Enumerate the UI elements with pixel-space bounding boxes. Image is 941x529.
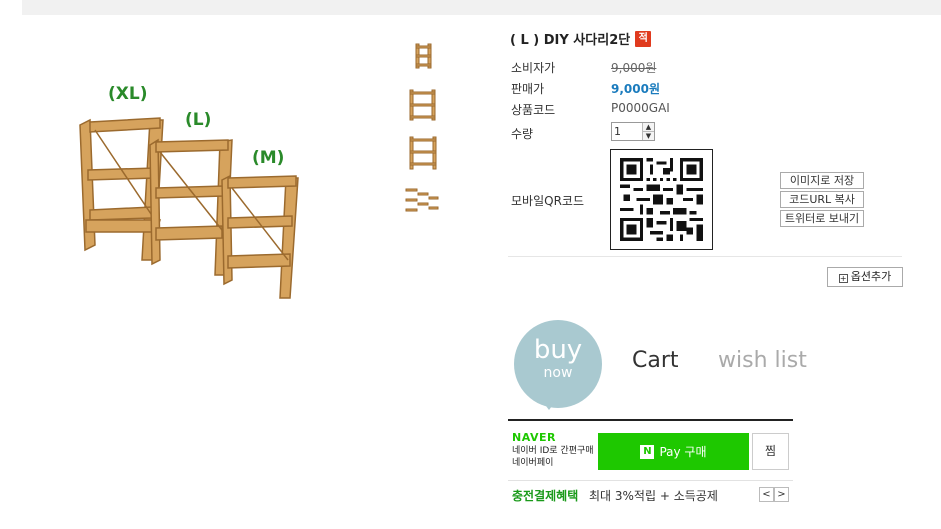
shelf-illustration (79, 117, 299, 299)
thumbnail-2[interactable] (402, 84, 442, 126)
size-label-xl: (XL) (108, 84, 148, 104)
promo-next-button[interactable]: > (774, 487, 789, 502)
naver-description: 네이버 ID로 간편구매 네이버페이 (512, 446, 594, 468)
product-title: ( L ) DIY 사다리2단 (510, 33, 631, 48)
quantity-input[interactable] (612, 123, 642, 140)
reward-badge: 적 (635, 30, 652, 47)
promo-highlight: 충전결제혜택 (512, 489, 579, 503)
consumer-price-label: 소비자가 (511, 61, 556, 75)
top-bar (22, 0, 941, 15)
quantity-down-button[interactable]: ▼ (643, 131, 654, 140)
product-code-label: 상품코드 (511, 103, 556, 117)
consumer-price-value: 9,000원 (611, 61, 657, 75)
quantity-up-button[interactable]: ▲ (643, 123, 654, 131)
qr-code-icon (620, 158, 703, 241)
size-label-m: (M) (252, 148, 285, 168)
jjim-button[interactable]: 찜 (752, 433, 789, 470)
size-label-l: (L) (185, 110, 212, 130)
quantity-stepper: ▲ ▼ (611, 122, 655, 141)
add-option-button[interactable]: + 옵션추가 (827, 267, 903, 287)
cart-button[interactable]: Cart (632, 348, 679, 373)
divider-thick (508, 419, 793, 421)
copy-code-url-button[interactable]: 코드URL 복사 (780, 191, 864, 208)
qr-code-image (610, 149, 713, 250)
now-label: now (543, 365, 573, 381)
plus-icon: + (838, 274, 848, 283)
naver-n-icon: N (640, 444, 655, 459)
product-main-image[interactable]: (XL) (L) (M) (60, 70, 320, 310)
save-as-image-button[interactable]: 이미지로 저장 (780, 172, 864, 189)
mobile-qr-label: 모바일QR코드 (511, 194, 584, 208)
product-title-row: ( L ) DIY 사다리2단 적 (510, 29, 652, 48)
sale-price-value: 9,000원 (611, 82, 660, 96)
buy-label: buy (533, 335, 583, 365)
send-to-twitter-button[interactable]: 트위터로 보내기 (780, 210, 864, 227)
sale-price-label: 판매가 (511, 82, 545, 96)
thumbnail-3[interactable] (402, 133, 442, 175)
promo-text: 최대 3%적립 + 소득공제 (589, 489, 718, 503)
promo-prev-button[interactable]: < (759, 487, 774, 502)
thumbnail-4[interactable] (402, 181, 442, 223)
quantity-label: 수량 (511, 127, 534, 141)
buy-bubble-tail (540, 398, 558, 410)
product-code-value: P0000GAI (611, 101, 670, 115)
thumbnail-1[interactable] (402, 34, 442, 76)
divider (508, 256, 902, 257)
add-option-label: 옵션추가 (850, 270, 892, 283)
buy-now-button[interactable]: buy now (514, 320, 602, 408)
divider-thin (508, 480, 793, 481)
naver-logo: NAVER (512, 431, 556, 444)
wish-list-button[interactable]: wish list (718, 348, 807, 373)
naver-pay-button[interactable]: N Pay 구매 (598, 433, 749, 470)
naver-pay-label: Pay 구매 (659, 445, 707, 459)
quantity-spinner: ▲ ▼ (642, 123, 654, 140)
